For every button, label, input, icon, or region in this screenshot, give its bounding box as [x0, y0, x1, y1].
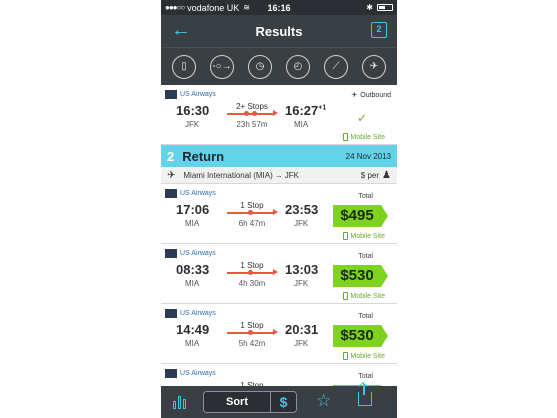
arrow-right-icon: →: [274, 170, 283, 180]
mobile-site-badge: Mobile Site: [343, 292, 385, 300]
step-number: 2: [167, 148, 175, 164]
export-icon[interactable]: [358, 384, 372, 406]
total-label: Total: [358, 253, 373, 260]
person-icon: ♟: [382, 169, 391, 181]
duration-label: 5h 42m: [238, 339, 266, 348]
plane-landing-icon[interactable]: ✈: [362, 54, 386, 79]
bar-chart-icon[interactable]: [173, 395, 186, 409]
airline-name: US Airways: [180, 190, 216, 197]
airline-logo: [165, 249, 177, 258]
price-button[interactable]: $495: [333, 205, 388, 227]
airline-name: US Airways: [180, 250, 216, 257]
departure-code: JFK: [185, 120, 200, 129]
outbound-flight-row[interactable]: US Airways ✈ Outbound 16:30 JFK 2+ Stops…: [161, 85, 397, 145]
departure-time: 16:30: [176, 103, 210, 118]
mobile-icon: [343, 232, 349, 240]
duration-label: 23h 57m: [236, 120, 268, 129]
airline-logo: [165, 90, 177, 99]
price-button[interactable]: $530: [333, 265, 388, 287]
departure-time: 17:06: [176, 202, 210, 217]
departure-code: MIA: [185, 339, 200, 348]
airline-logo: [165, 189, 177, 198]
stop-dot: [248, 270, 253, 275]
arrival-time: 23:53: [285, 202, 319, 217]
airline-logo: [165, 309, 177, 318]
total-label: Total: [358, 313, 373, 320]
share-count-icon[interactable]: 2: [371, 22, 387, 38]
route-origin: Miami International (MIA): [183, 170, 273, 180]
total-label: Total: [358, 193, 373, 200]
filter-bar: ▯ -○→ ◷ ◴ ⟋ ✈: [161, 47, 397, 85]
price-per-label: $ per: [360, 170, 380, 180]
phone-icon[interactable]: ▯: [172, 54, 196, 79]
sort-button[interactable]: Sort: [204, 392, 270, 412]
duration-label: 4h 30m: [238, 279, 266, 288]
route-icon[interactable]: -○→: [210, 54, 234, 79]
star-icon[interactable]: ☆: [316, 391, 331, 411]
back-arrow-icon[interactable]: ←: [171, 19, 191, 41]
status-bar: ●●●○○ vodafone UK ≋ 16:16 ✱: [161, 0, 397, 15]
stop-dot: [248, 330, 253, 335]
battery-icon: [377, 4, 393, 11]
mobile-icon: [343, 133, 349, 141]
check-icon: ✓: [356, 111, 367, 125]
sort-control: Sort $: [203, 391, 297, 413]
arrival-time: 16:27+1: [285, 103, 327, 118]
departure-time: 08:33: [176, 262, 210, 277]
stop-dot: [244, 111, 249, 116]
duration-label: 6h 47m: [238, 219, 266, 228]
return-date: 24 Nov 2013: [345, 151, 391, 161]
flight-result-row[interactable]: US Airways Total 17:06 MIA 1 Stop 6h 47m…: [161, 184, 397, 244]
price-button[interactable]: $530: [333, 325, 388, 347]
arrival-code: JFK: [294, 279, 309, 288]
clock-arrival-icon[interactable]: ◴: [286, 54, 310, 79]
plane-icon: ✈: [167, 169, 176, 181]
airline-name: US Airways: [180, 370, 216, 377]
mobile-site-badge: Mobile Site: [343, 232, 385, 240]
departure-code: MIA: [185, 219, 200, 228]
mobile-icon: [343, 352, 349, 360]
return-title: Return: [182, 148, 225, 164]
flight-result-row[interactable]: US Airways Total 08:33 MIA 1 Stop 4h 30m…: [161, 244, 397, 304]
mobile-site-badge: Mobile Site: [343, 133, 385, 141]
app-screen: ●●●○○ vodafone UK ≋ 16:16 ✱ ← Results 2 …: [161, 0, 397, 418]
arrival-code: MIA: [294, 120, 309, 129]
mobile-site-badge: Mobile Site: [343, 352, 385, 360]
clock-departure-icon[interactable]: ◷: [248, 54, 272, 79]
airline-name: US Airways: [180, 91, 216, 98]
arrival-time: 20:31: [285, 322, 319, 337]
stop-dot: [252, 111, 257, 116]
return-section-header: 2 Return 24 Nov 2013: [161, 145, 397, 167]
plane-takeoff-icon[interactable]: ⟋: [324, 54, 348, 79]
mobile-icon: [343, 292, 349, 300]
arrival-code: JFK: [294, 219, 309, 228]
route-destination: JFK: [284, 170, 299, 180]
page-title: Results: [255, 23, 303, 39]
airline-name: US Airways: [180, 310, 216, 317]
departure-code: MIA: [185, 279, 200, 288]
route-summary: ✈ Miami International (MIA) → JFK $ per …: [161, 167, 397, 184]
bottom-toolbar: Sort $ ☆: [161, 384, 397, 418]
total-label: Total: [358, 373, 373, 380]
airline-logo: [165, 369, 177, 378]
status-time: 16:16: [267, 2, 291, 13]
departure-time: 14:49: [176, 322, 210, 337]
plane-icon: ✈: [351, 92, 358, 99]
route-line: [227, 110, 278, 116]
outbound-label: ✈ Outbound: [351, 91, 391, 100]
currency-button[interactable]: $: [270, 392, 296, 412]
nav-header: ← Results 2: [161, 15, 397, 47]
arrival-code: JFK: [294, 339, 309, 348]
arrival-time: 13:03: [285, 262, 319, 277]
stop-dot: [248, 210, 253, 215]
flight-result-row[interactable]: US Airways Total 14:49 MIA 1 Stop 5h 42m…: [161, 304, 397, 364]
